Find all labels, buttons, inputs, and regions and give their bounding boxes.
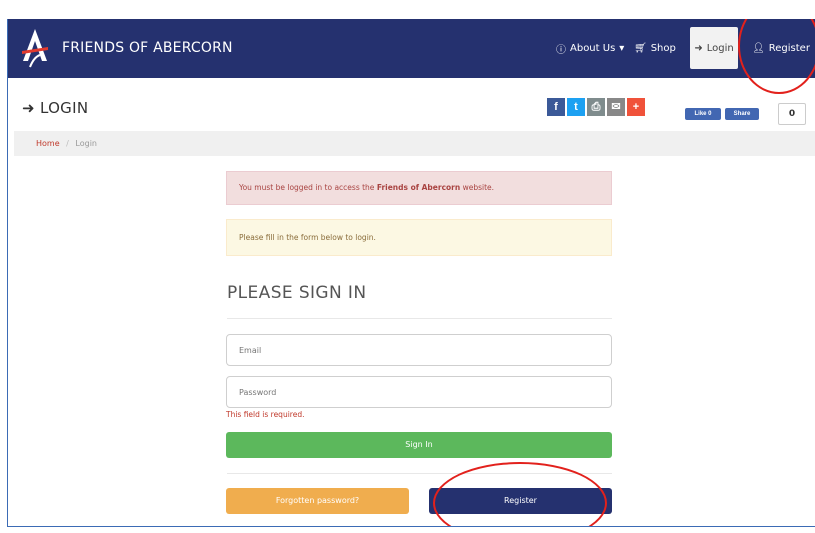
alert-site-name: Friends of Abercorn — [376, 183, 461, 192]
page-title-text: LOGIN — [39, 99, 89, 117]
sign-in-icon: ➜ — [694, 42, 703, 54]
email-share-icon[interactable]: ✉ — [607, 98, 625, 116]
caret-down-icon: ▾ — [619, 43, 625, 54]
login-required-alert: You must be logged in to access the Frie… — [226, 171, 612, 205]
abercorn-logo[interactable] — [20, 27, 50, 69]
sign-in-icon: ➜ — [22, 99, 35, 117]
nav-about-label: About Us — [570, 43, 616, 54]
more-share-icon[interactable]: + — [627, 98, 645, 116]
sign-in-button[interactable]: Sign In — [226, 432, 612, 458]
print-icon[interactable]: ⎙ — [587, 98, 605, 116]
browser-frame: FRIENDS OF ABERCORN ⓘ About Us ▾ 🛒︎ Shop… — [7, 19, 815, 527]
breadcrumb: Home / Login — [14, 131, 815, 156]
info-circle-icon: ⓘ — [556, 45, 566, 56]
site-name[interactable]: FRIENDS OF ABERCORN — [62, 19, 233, 78]
fill-form-alert: Please fill in the form below to login. — [226, 219, 612, 256]
share-count: 0 — [778, 103, 806, 125]
nav-shop[interactable]: 🛒︎ Shop — [634, 19, 676, 78]
password-error-message: This field is required. — [226, 410, 305, 419]
signin-heading: PLEASE SIGN IN — [227, 283, 367, 303]
alert-text-suffix: website. — [460, 183, 495, 192]
cart-icon: 🛒︎ — [634, 43, 647, 54]
annotation-circle-register-button — [433, 462, 607, 526]
breadcrumb-separator: / — [66, 139, 69, 148]
nav-login-label: Login — [706, 42, 734, 54]
share-toolbar: f t ⎙ ✉ + — [547, 98, 645, 116]
heading-divider — [227, 318, 612, 319]
twitter-share-icon[interactable]: t — [567, 98, 585, 116]
nav-about-us[interactable]: ⓘ About Us ▾ — [556, 19, 624, 78]
email-field[interactable] — [226, 334, 612, 366]
top-navbar: FRIENDS OF ABERCORN ⓘ About Us ▾ 🛒︎ Shop… — [8, 19, 815, 78]
page-title: ➜ LOGIN — [22, 99, 88, 117]
breadcrumb-home-link[interactable]: Home — [36, 139, 60, 148]
nav-login[interactable]: ➜ Login — [690, 27, 738, 69]
facebook-share-icon[interactable]: f — [547, 98, 565, 116]
nav-shop-label: Shop — [650, 43, 676, 54]
forgot-password-button[interactable]: Forgotten password? — [226, 488, 409, 514]
alert-text-prefix: You must be logged in to access the — [239, 183, 377, 192]
password-field[interactable] — [226, 376, 612, 408]
breadcrumb-current: Login — [75, 139, 98, 148]
facebook-like-button[interactable]: Like 0 — [685, 108, 721, 120]
facebook-share-button[interactable]: Share — [725, 108, 759, 120]
annotation-circle-nav-register — [738, 19, 815, 94]
